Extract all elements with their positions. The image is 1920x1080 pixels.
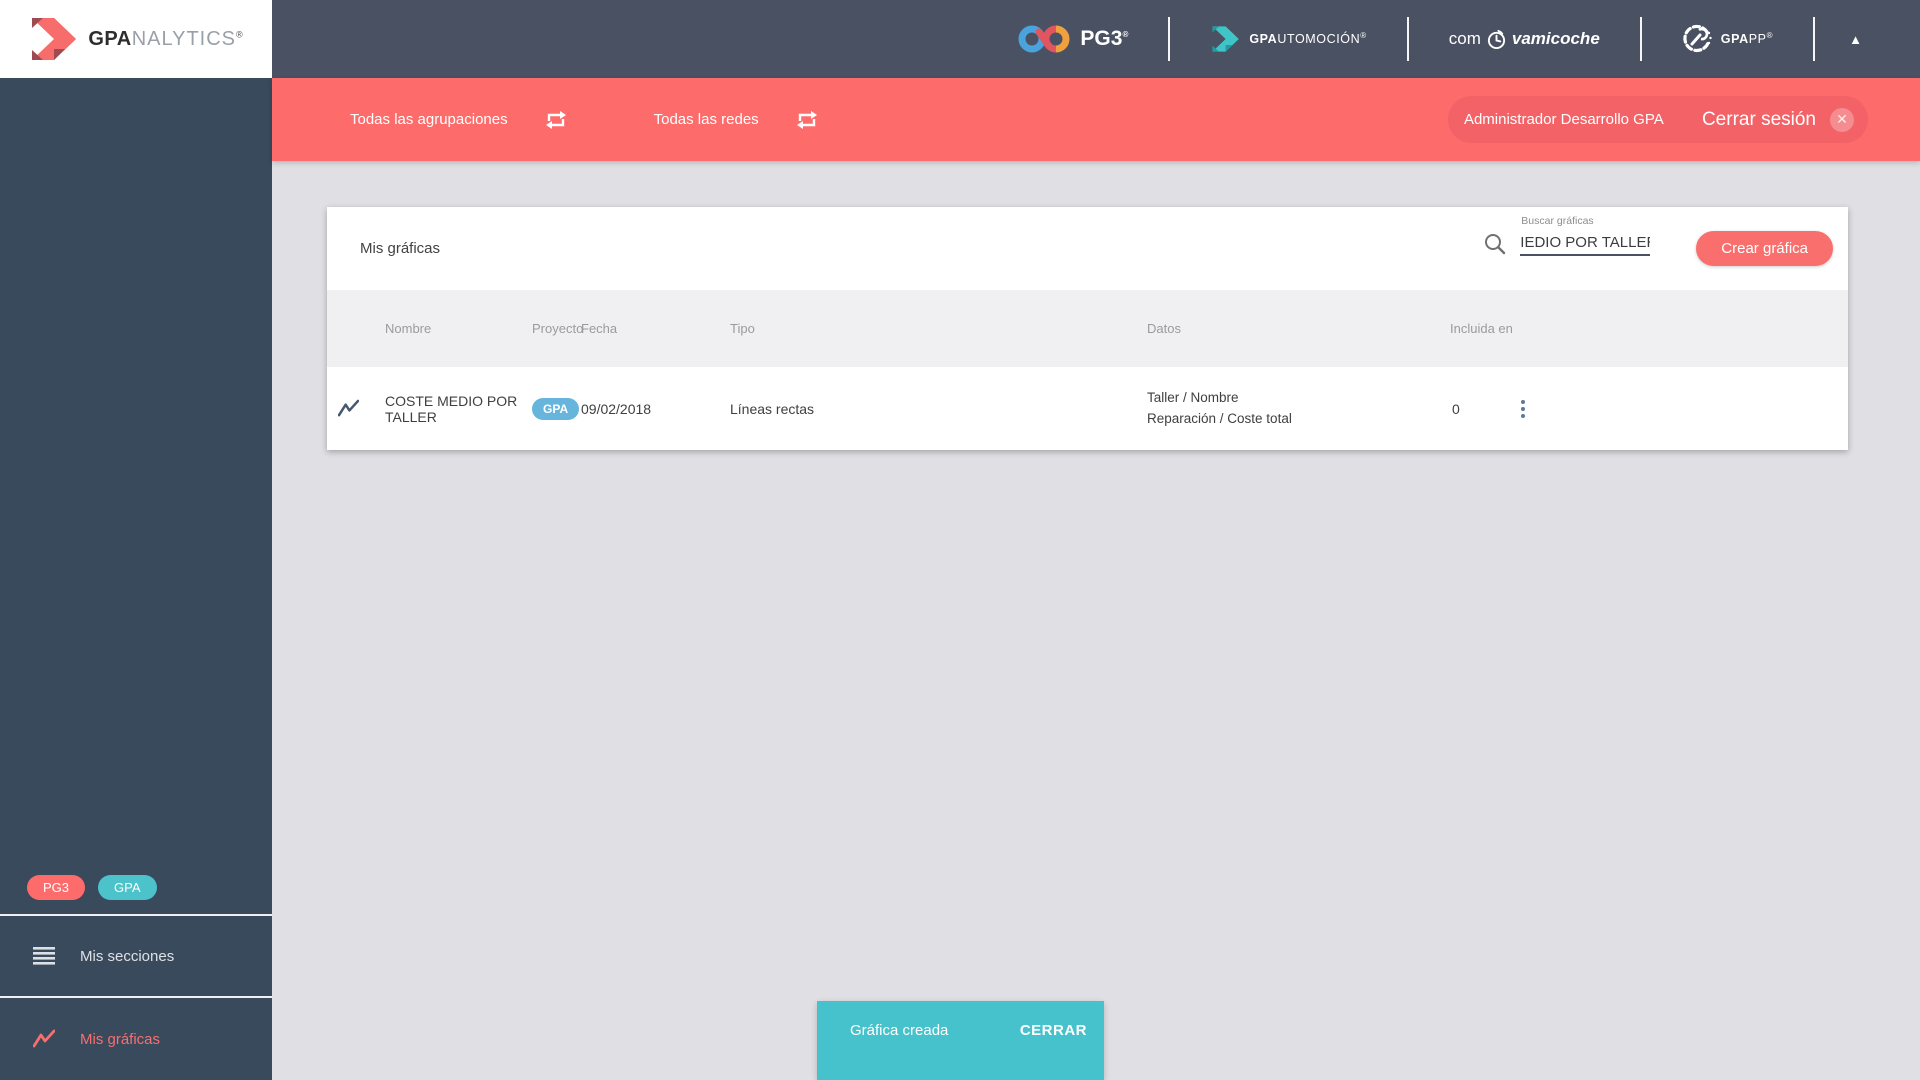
search-area: Buscar gráficas — [1483, 215, 1651, 266]
filters-toolbar: Todas las agrupaciones Todas las redes A… — [272, 78, 1920, 161]
app-pg3[interactable]: PG3® — [1017, 22, 1128, 56]
app-root: GPANALYTICS® PG3® GPAUTOMOCIÓN® com vami… — [0, 0, 1920, 1080]
search-input[interactable] — [1520, 231, 1651, 256]
user-session-pill: Administrador Desarrollo GPA Cerrar sesi… — [1447, 96, 1868, 143]
page-title: Mis gráficas — [360, 240, 441, 257]
gpanalytics-wordmark: GPANALYTICS® — [88, 27, 244, 50]
collapse-header-button[interactable]: ▲ — [1849, 32, 1862, 47]
project-badge: GPA — [532, 397, 580, 420]
top-header-bar: GPANALYTICS® PG3® GPAUTOMOCIÓN® com vami… — [0, 0, 1920, 78]
card-header: Mis gráficas Buscar gráficas Crear gráfi… — [327, 207, 1848, 290]
mis-graficas-card: Mis gráficas Buscar gráficas Crear gráfi… — [327, 207, 1848, 450]
search-icon — [1483, 232, 1507, 256]
gpautomocion-arrow-icon — [1210, 25, 1240, 53]
divider — [1639, 17, 1642, 61]
line-chart-icon — [327, 399, 375, 418]
pg3-infinity-icon — [1017, 22, 1071, 56]
cell-tipo: Líneas rectas — [730, 400, 815, 417]
sidebar-item-label: Mis secciones — [80, 947, 175, 965]
column-header-datos: Datos — [1147, 321, 1181, 336]
column-header-tipo: Tipo — [730, 321, 755, 336]
create-chart-button[interactable]: Crear gráfica — [1696, 231, 1833, 266]
cell-datos: Taller / Nombre Reparación / Coste total — [1147, 390, 1292, 426]
row-menu-kebab-icon[interactable] — [1513, 399, 1533, 418]
sidebar: PG3 GPA Mis secciones Mis gráficas — [0, 78, 272, 1080]
clock-icon — [1486, 29, 1507, 50]
column-header-incluida-en: Incluida en — [1450, 321, 1513, 336]
cell-fecha: 09/02/2018 — [581, 400, 652, 417]
snackbar-message: Gráfica creada — [850, 1022, 949, 1039]
sidebar-item-label: Mis gráficas — [80, 1030, 161, 1048]
logged-user-name[interactable]: Administrador Desarrollo GPA — [1464, 111, 1702, 128]
app-gpautomocion[interactable]: GPAUTOMOCIÓN® — [1210, 25, 1366, 53]
divider — [1813, 17, 1816, 61]
column-header-proyecto: Proyecto — [532, 321, 584, 336]
sidebar-item-mis-secciones[interactable]: Mis secciones — [0, 914, 272, 996]
gpanalytics-arrow-icon — [28, 16, 78, 62]
column-header-fecha: Fecha — [581, 321, 618, 336]
swap-icon[interactable] — [544, 108, 568, 132]
badge-pg3[interactable]: PG3 — [27, 875, 86, 900]
divider — [1406, 17, 1409, 61]
filter-agrupaciones[interactable]: Todas las agrupaciones — [350, 108, 568, 132]
swap-icon[interactable] — [795, 108, 819, 132]
app-switcher: PG3® GPAUTOMOCIÓN® com vamicoche GPAPP® … — [977, 0, 1920, 78]
cell-incluida-en: 0 — [1452, 400, 1460, 417]
divider — [1168, 17, 1171, 61]
gpanalytics-logo[interactable]: GPANALYTICS® — [0, 0, 272, 78]
line-chart-icon — [33, 1029, 55, 1049]
app-gpapp[interactable]: GPAPP® — [1682, 24, 1773, 54]
table-row[interactable]: COSTE MEDIO POR TALLER GPA 09/02/2018 Lí… — [327, 367, 1848, 450]
sidebar-item-mis-graficas[interactable]: Mis gráficas — [0, 996, 272, 1080]
filter-label: Todas las redes — [653, 111, 759, 128]
menu-icon — [33, 947, 55, 965]
project-badges: PG3 GPA — [0, 875, 272, 914]
snackbar: Gráfica creada CERRAR — [817, 1001, 1104, 1080]
cell-nombre: COSTE MEDIO POR TALLER — [385, 392, 518, 425]
badge-gpa[interactable]: GPA — [98, 875, 157, 900]
filter-label: Todas las agrupaciones — [350, 111, 508, 128]
table-header: Nombre Proyecto Fecha Tipo Datos Incluid… — [327, 290, 1848, 367]
logout-button[interactable]: Cerrar sesión — [1702, 109, 1816, 131]
column-header-nombre: Nombre — [385, 321, 432, 336]
filter-redes[interactable]: Todas las redes — [654, 108, 819, 132]
gpapp-wrench-icon — [1682, 24, 1712, 54]
cell-proyecto: GPA — [532, 397, 581, 420]
snackbar-close-button[interactable]: CERRAR — [1020, 1022, 1087, 1039]
app-compravamicoche[interactable]: com vamicoche — [1449, 29, 1600, 50]
logout-close-icon[interactable]: ✕ — [1830, 107, 1854, 132]
search-floating-label: Buscar gráficas — [1521, 214, 1594, 227]
